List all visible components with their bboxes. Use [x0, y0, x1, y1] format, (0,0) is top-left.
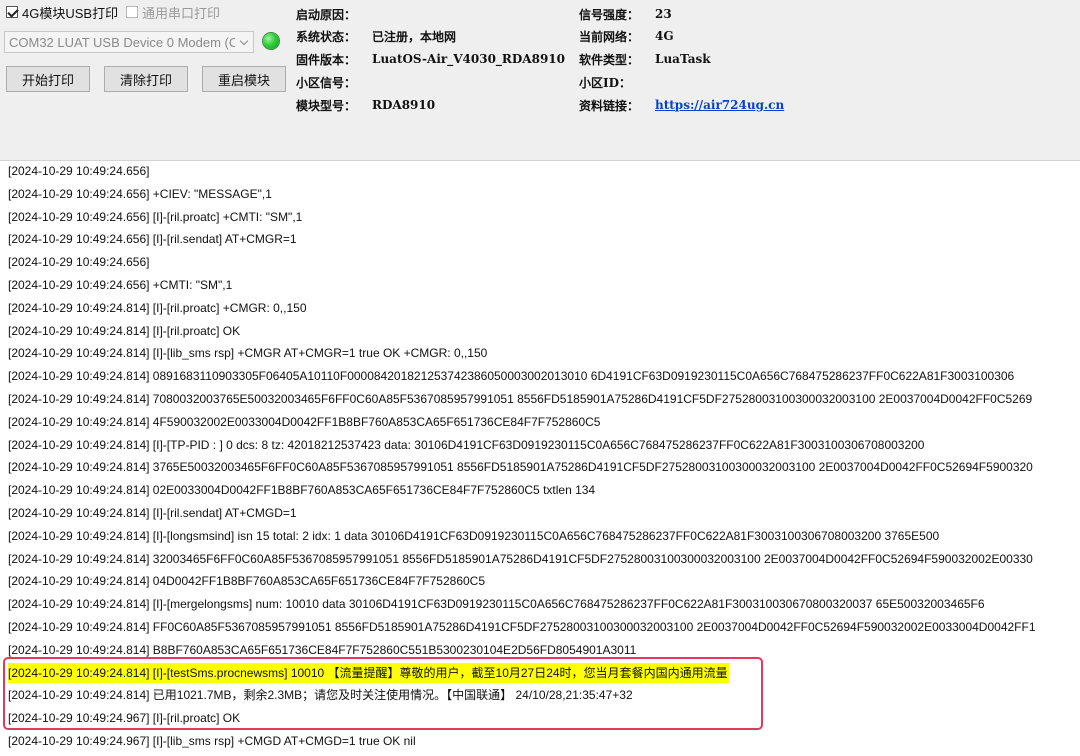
log-line: [2024-10-29 10:49:24.656] +CIEV: "MESSAG… — [8, 187, 272, 201]
signal-strength-row: 信号强度： 23 — [579, 5, 672, 23]
current-network-row: 当前网络： 4G — [579, 27, 674, 45]
top-panel: 4G模块USB打印 通用串口打印 COM32 LUAT USB Device 0… — [0, 0, 1080, 161]
chevron-down-icon[interactable] — [235, 32, 253, 52]
log-line: [2024-10-29 10:49:24.814] [I]-[ril.proat… — [8, 301, 307, 315]
boot-reason-row: 启动原因： — [296, 5, 356, 23]
restart-module-button[interactable]: 重启模块 — [202, 66, 286, 92]
serial-print-checkbox[interactable]: 通用串口打印 — [126, 3, 220, 21]
system-status-row: 系统状态： 已注册，本地网 — [296, 27, 456, 45]
usb-print-label: 4G模块USB打印 — [22, 5, 119, 21]
port-select-value: COM32 LUAT USB Device 0 Modem (C — [9, 34, 235, 50]
docs-link-label: 资料链接： — [579, 98, 640, 113]
docs-link-row: 资料链接： https://air724ug.cn — [579, 96, 784, 114]
log-line: [2024-10-29 10:49:24.814] [I]-[TP-PID : … — [8, 438, 925, 452]
log-line: [2024-10-29 10:49:24.656] — [8, 255, 150, 269]
log-line: [2024-10-29 10:49:24.656] — [8, 164, 150, 178]
log-line: [2024-10-29 10:49:24.814] FF0C60A85F5367… — [8, 620, 1036, 634]
log-line: [2024-10-29 10:49:24.814] [I]-[ril.senda… — [8, 506, 297, 520]
log-line: [2024-10-29 10:49:24.814] 7080032003765E… — [8, 392, 1033, 406]
log-output[interactable]: [2024-10-29 10:49:24.656] [2024-10-29 10:… — [0, 161, 1080, 756]
start-print-button[interactable]: 开始打印 — [6, 66, 90, 92]
system-status-value: 已注册，本地网 — [372, 29, 457, 44]
current-network-value: 4G — [655, 29, 674, 43]
docs-link[interactable]: https://air724ug.cn — [655, 98, 784, 112]
module-type-row: 模块型号： RDA8910 — [296, 96, 435, 114]
log-line: [2024-10-29 10:49:24.656] [I]-[ril.senda… — [8, 232, 297, 246]
checkbox-unchecked-icon[interactable] — [126, 6, 138, 18]
log-line: [2024-10-29 10:49:24.814] 3765E500320034… — [8, 460, 1033, 474]
signal-strength-label: 信号强度： — [579, 7, 640, 22]
boot-reason-label: 启动原因： — [296, 7, 357, 22]
log-line: [2024-10-29 10:49:24.814] 已用1021.7MB，剩余2… — [8, 688, 633, 702]
log-line: [2024-10-29 10:49:24.967] [I]-[ril.proat… — [8, 711, 241, 725]
firmware-value: LuatOS-Air_V4030_RDA8910 — [372, 52, 566, 66]
software-type-row: 软件类型： LuaTask — [579, 50, 711, 68]
log-line: [2024-10-29 10:49:24.814] B8BF760A853CA6… — [8, 643, 637, 657]
log-line: [2024-10-29 10:49:24.656] [I]-[ril.proat… — [8, 210, 303, 224]
cell-signal-label: 小区信号： — [296, 75, 357, 90]
log-line: [2024-10-29 10:49:24.967] [I]-[lib_sms r… — [8, 734, 416, 748]
signal-strength-value: 23 — [655, 7, 672, 21]
status-led-icon — [263, 33, 279, 49]
cell-id-label: 小区ID： — [579, 75, 632, 90]
module-type-value: RDA8910 — [372, 98, 436, 112]
port-select[interactable]: COM32 LUAT USB Device 0 Modem (C — [4, 31, 254, 53]
log-line: [2024-10-29 10:49:24.814] 32003465F6FF0C… — [8, 552, 1033, 566]
log-line: [2024-10-29 10:49:24.814] 02E0033004D004… — [8, 483, 596, 497]
firmware-label: 固件版本： — [296, 52, 357, 67]
software-type-label: 软件类型： — [579, 52, 640, 67]
cell-id-row: 小区ID： — [579, 73, 631, 91]
serial-print-label: 通用串口打印 — [142, 5, 221, 21]
log-line: [2024-10-29 10:49:24.814] [I]-[mergelong… — [8, 597, 985, 611]
system-status-label: 系统状态： — [296, 29, 357, 44]
software-type-value: LuaTask — [655, 52, 711, 66]
clear-print-button[interactable]: 清除打印 — [104, 66, 188, 92]
log-line: [2024-10-29 10:49:24.814] [I]-[ril.proat… — [8, 324, 241, 338]
firmware-row: 固件版本： LuatOS-Air_V4030_RDA8910 — [296, 50, 565, 68]
usb-print-checkbox[interactable]: 4G模块USB打印 — [6, 3, 118, 21]
module-type-label: 模块型号： — [296, 98, 357, 113]
log-line: [2024-10-29 10:49:24.814] 4F590032002E00… — [8, 415, 601, 429]
log-line: [2024-10-29 10:49:24.814] 08916831109033… — [8, 369, 1015, 383]
cell-signal-row: 小区信号： — [296, 73, 356, 91]
log-line: [2024-10-29 10:49:24.814] 04D0042FF1B8BF… — [8, 574, 486, 588]
log-line: [2024-10-29 10:49:24.814] [I]-[longsmsin… — [8, 529, 940, 543]
log-line: [2024-10-29 10:49:24.814] [I]-[testSms.p… — [8, 663, 729, 683]
log-line: [2024-10-29 10:49:24.814] [I]-[lib_sms r… — [8, 346, 488, 360]
checkbox-checked-icon[interactable] — [6, 6, 18, 18]
current-network-label: 当前网络： — [579, 29, 640, 44]
log-line: [2024-10-29 10:49:24.656] +CMTI: "SM",1 — [8, 278, 233, 292]
